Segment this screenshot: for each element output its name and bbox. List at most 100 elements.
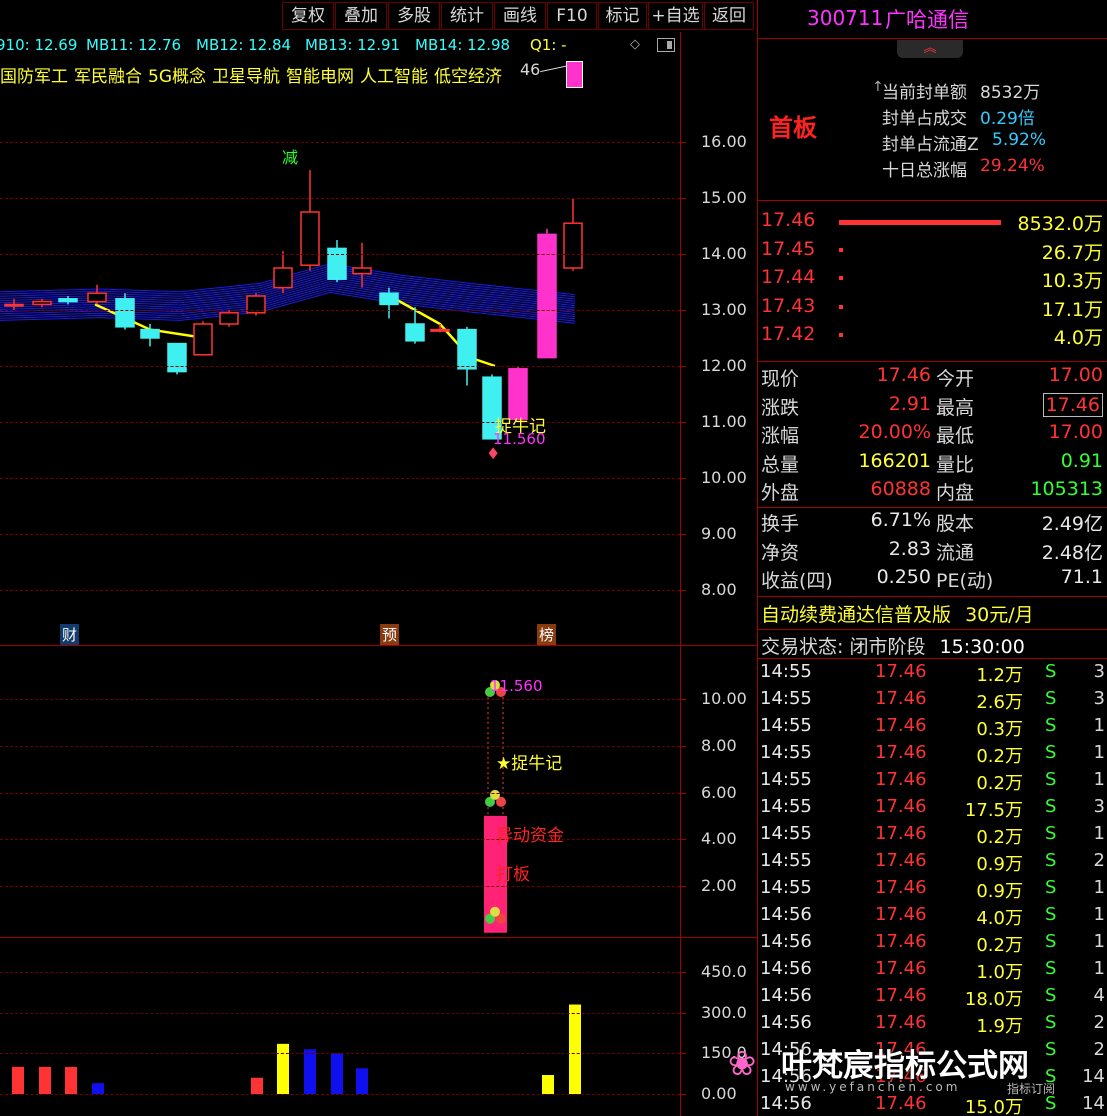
trade-side: S xyxy=(1045,877,1057,898)
trade-price: 17.46 xyxy=(875,877,927,898)
trade-price: 17.46 xyxy=(875,661,927,682)
cai-badge[interactable]: 财 xyxy=(60,624,80,645)
trade-count: 1 xyxy=(1093,931,1105,952)
trade-volume: 1.2万 xyxy=(976,665,1023,686)
quote-value: 17.00 xyxy=(1048,421,1103,443)
trade-side: S xyxy=(1045,850,1057,871)
trade-time: 14:55 xyxy=(760,823,812,844)
quote-value: 20.00% xyxy=(858,421,931,443)
status-label: 交易状态: xyxy=(761,636,844,658)
quote-row: 涨跌 2.91 最高 17.46 xyxy=(757,392,1107,421)
sub-yidong-label: 异动资金 xyxy=(496,826,564,846)
fund-label: 流通 xyxy=(936,541,975,564)
bid-row[interactable]: 17.42 4.0万 xyxy=(757,323,1107,351)
trade-volume: 1.9万 xyxy=(976,1016,1023,1037)
watermark-title: 叶梵宸指标公式网 xyxy=(781,1048,1029,1084)
panel-toggle-icon[interactable] xyxy=(657,38,675,52)
toolbar-button-3[interactable]: 统计 xyxy=(441,2,493,30)
candle-body xyxy=(537,233,557,359)
quote-label: 最高 xyxy=(936,396,975,419)
seal-amount: 8532万 xyxy=(980,83,1041,103)
bid-row[interactable]: 17.45 26.7万 xyxy=(757,238,1107,266)
bid-price: 17.42 xyxy=(761,323,816,345)
toolbar-button-1[interactable]: 叠加 xyxy=(335,2,387,30)
trade-time: 14:55 xyxy=(760,850,812,871)
stock-name: 广哈通信 xyxy=(885,8,969,32)
promo-banner[interactable]: 自动续费通达信普及版 30元/月 xyxy=(761,600,1034,627)
toolbar-button-8[interactable]: 返回 xyxy=(704,2,754,30)
trade-price: 17.46 xyxy=(875,985,927,1006)
candle-body xyxy=(167,342,187,373)
tick-mark xyxy=(680,1053,686,1055)
volume-bar xyxy=(356,1068,368,1094)
price-tick: 9.00 xyxy=(701,524,737,543)
trade-row: 14:55 17.46 1.2万 S 3 xyxy=(757,661,1107,688)
fund-value: 2.48亿 xyxy=(1041,541,1103,564)
bid-row[interactable]: 17.44 10.3万 xyxy=(757,266,1107,294)
trade-row: 14:56 17.46 1.9万 S 2 xyxy=(757,1012,1107,1039)
trade-side: S xyxy=(1045,661,1057,682)
fund-value: 2.49亿 xyxy=(1041,513,1103,535)
toolbar-button-6[interactable]: 标记 xyxy=(598,2,647,30)
collapse-button[interactable]: ︽ xyxy=(897,40,963,58)
quote-value: 17.46 xyxy=(876,364,931,386)
fund-row: 净资 2.83 流通 2.48亿 xyxy=(757,538,1107,566)
trade-row: 14:56 17.46 1.0万 S 1 xyxy=(757,958,1107,985)
diamond-icon[interactable]: ◇ xyxy=(630,37,644,52)
latest-candle-marker xyxy=(566,61,583,88)
grid-line xyxy=(0,886,680,887)
status-divider xyxy=(757,629,1107,630)
quote-label: 涨跌 xyxy=(761,396,800,419)
trade-price: 17.46 xyxy=(875,850,927,871)
trade-side: S xyxy=(1045,985,1057,1006)
grid-line xyxy=(0,590,680,591)
toolbar-button-2[interactable]: 多股 xyxy=(388,2,440,30)
volume-bar xyxy=(251,1077,263,1094)
trade-side: S xyxy=(1045,823,1057,844)
toolbar-button-5[interactable]: F10 xyxy=(547,2,597,30)
bid-volume-bar xyxy=(839,304,843,309)
trade-side: S xyxy=(1045,796,1057,817)
bid-row[interactable]: 17.46 8532.0万 xyxy=(757,209,1107,237)
sub-indicator-chart[interactable] xyxy=(0,646,680,936)
top-price-tag: 46 xyxy=(520,60,541,79)
trade-time: 14:55 xyxy=(760,769,812,790)
watermark-sub: 指标订阅 xyxy=(1007,1082,1056,1096)
bid-row[interactable]: 17.43 17.1万 xyxy=(757,295,1107,323)
trade-volume: 0.2万 xyxy=(976,773,1023,794)
volume-bar xyxy=(569,1004,581,1094)
toolbar-button-0[interactable]: 复权 xyxy=(282,2,334,30)
fund-value: 2.83 xyxy=(888,537,931,560)
volume-bar xyxy=(65,1066,77,1094)
trade-side: S xyxy=(1045,904,1057,925)
fund-label: 净资 xyxy=(761,541,800,564)
bid-volume-bar xyxy=(839,220,1001,225)
quote-value: 2.91 xyxy=(888,392,931,415)
candlestick-chart[interactable] xyxy=(0,56,680,646)
price-tick: 12.00 xyxy=(701,356,747,375)
trade-side: S xyxy=(1045,931,1057,952)
trade-price: 17.46 xyxy=(875,904,927,925)
toolbar-button-7[interactable]: +自选 xyxy=(648,2,703,30)
seal-turnover-label: 封单占成交 xyxy=(882,109,967,129)
volume-bar xyxy=(12,1066,24,1094)
candle-body xyxy=(58,298,78,303)
trade-time: 14:55 xyxy=(760,715,812,736)
trade-price: 17.46 xyxy=(875,769,927,790)
sub-high-label: 11.560 xyxy=(490,677,543,695)
trade-side: S xyxy=(1045,769,1057,790)
trade-time: 14:56 xyxy=(760,1012,812,1033)
low-price-label: 11.560 xyxy=(493,430,546,448)
volume-chart[interactable] xyxy=(0,938,680,1116)
yu-badge[interactable]: 预 xyxy=(380,624,400,645)
grid-line xyxy=(0,1094,680,1095)
fund-label: 换手 xyxy=(761,513,800,535)
trade-price: 17.46 xyxy=(875,742,927,763)
ma-item-4: MB14: 12.98 xyxy=(415,36,511,54)
trade-price: 17.46 xyxy=(875,931,927,952)
toolbar-button-4[interactable]: 画线 xyxy=(494,2,546,30)
candle-body xyxy=(457,328,477,370)
bang-badge[interactable]: 榜 xyxy=(537,624,557,645)
tick-mark xyxy=(680,699,686,700)
trade-volume: 17.5万 xyxy=(964,800,1023,821)
